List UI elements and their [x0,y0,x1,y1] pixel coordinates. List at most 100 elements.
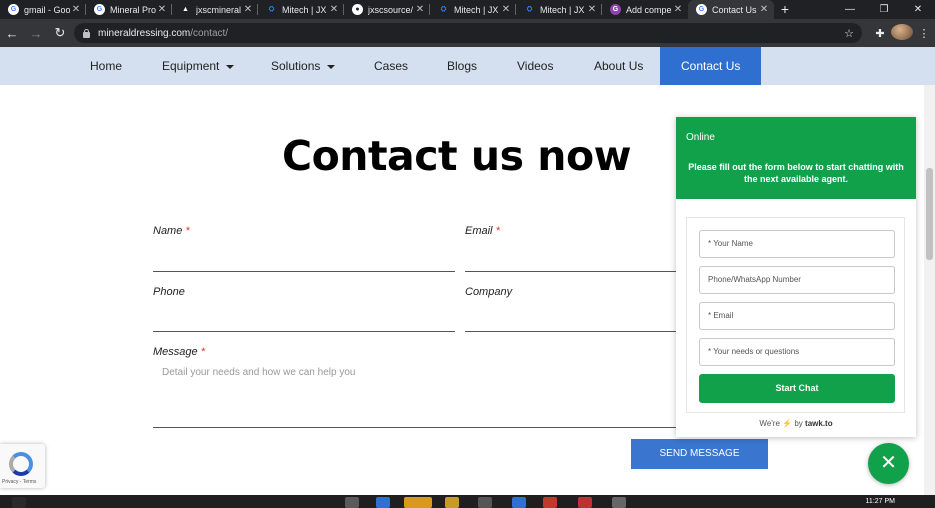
minimize-icon[interactable]: — [833,0,867,19]
chat-intro-message: Please fill out the form below to start … [688,162,904,184]
nav-home[interactable]: Home [90,47,122,85]
close-icon[interactable]: ✕ [328,4,340,15]
nav-videos[interactable]: Videos [517,47,553,85]
phone-label: Phone [153,286,185,298]
email-label: Email * [465,225,500,237]
company-label: Company [465,286,513,298]
chat-email-input[interactable]: * Email [699,302,895,330]
tab-title: jxscsource/ [368,4,414,15]
nav-cases[interactable]: Cases [374,47,408,85]
tab-title: Add compe [626,4,672,15]
chevron-down-icon [226,64,235,69]
close-icon[interactable]: ✕ [758,4,770,15]
github-icon: ● [352,4,363,15]
name-label: Name * [153,225,190,237]
taskbar-app-icon[interactable] [612,497,626,508]
message-label: Message * [153,346,205,358]
nav-contact[interactable]: Contact Us [660,47,762,85]
close-window-icon[interactable]: ✕ [901,0,935,19]
add-icon: G [610,4,621,15]
nav-blogs[interactable]: Blogs [447,47,477,85]
taskbar-app-icon[interactable] [512,497,526,508]
jira-icon: ⛭ [268,5,275,13]
tab[interactable]: ⛭ Mitech | JX ✕ [258,0,344,19]
taskbar-app-icon[interactable] [478,497,492,508]
jira-icon: ⛭ [526,5,533,13]
browser-tab-strip: G gmail - Goo ✕ G Mineral Pro ✕ ▲ jxscmi… [0,0,935,19]
chat-needs-input[interactable]: * Your needs or questions [699,338,895,366]
chat-phone-input[interactable]: Phone/WhatsApp Number [699,266,895,294]
start-icon[interactable] [12,497,26,508]
tab[interactable]: ⛭ Mitech | JX ✕ [516,0,602,19]
start-chat-button[interactable]: Start Chat [699,374,895,403]
restore-icon[interactable]: ❐ [867,0,901,19]
message-underline [153,427,676,428]
powered-by[interactable]: We're ⚡ by tawk.to [676,419,916,428]
close-icon[interactable]: ✕ [156,4,168,15]
close-icon[interactable]: ✕ [500,4,512,15]
chat-widget: Online Please fill out the form below to… [676,117,916,437]
email-field[interactable] [465,271,676,272]
tab-title: Mineral Pro [110,4,156,15]
tab-title: gmail - Goo [24,4,70,15]
forward-icon[interactable]: → [24,26,48,41]
tab-title: Mitech | JX [540,4,585,15]
close-icon[interactable]: ✕ [242,4,254,15]
tab[interactable]: G Add compe ✕ [602,0,688,19]
tab-title: Contact Us [712,4,757,15]
back-icon[interactable]: ← [0,26,24,41]
recaptcha-icon [9,452,33,476]
tab-title: Mitech | JX [282,4,327,15]
site-navigation: Home Equipment Solutions Cases Blogs Vid… [0,47,935,85]
phone-field[interactable] [153,331,455,332]
tab[interactable]: ● jxscsource/ ✕ [344,0,430,19]
chat-form: * Your Name Phone/WhatsApp Number * Emai… [686,217,905,413]
nav-solutions[interactable]: Solutions [271,47,336,85]
drive-icon: ▲ [182,6,189,13]
taskbar-app-icon[interactable] [376,497,390,508]
chrome-icon[interactable] [543,497,557,508]
menu-icon[interactable]: ⋮ [913,27,935,40]
taskbar-app-icon[interactable] [345,497,359,508]
scrollbar-thumb[interactable] [926,168,933,260]
profile-avatar[interactable] [891,23,913,43]
reload-icon[interactable]: ↻ [48,25,72,41]
file-explorer-icon[interactable] [404,497,432,508]
new-tab-button[interactable]: + [774,0,796,19]
taskbar-app-icon[interactable] [445,497,459,508]
tab-title: jxscmineral [196,4,242,15]
taskbar-app-icon[interactable] [578,497,592,508]
bookmark-star-icon[interactable]: ☆ [844,27,854,40]
chevron-down-icon [327,64,336,69]
tab-active[interactable]: G Contact Us ✕ [688,0,774,19]
chat-header: Online Please fill out the form below to… [676,117,916,199]
window-controls: — ❐ ✕ [833,0,935,19]
page-title: Contact us now [282,132,632,180]
close-chat-icon[interactable]: ✕ [868,443,909,484]
name-field[interactable] [153,271,455,272]
tab[interactable]: ⛭ Mitech | JX ✕ [430,0,516,19]
message-field[interactable]: Detail your needs and how we can help yo… [162,367,355,378]
scrollbar-track[interactable] [924,85,935,495]
chat-name-input[interactable]: * Your Name [699,230,895,258]
google-icon: G [696,4,707,15]
tab[interactable]: ▲ jxscmineral ✕ [172,0,258,19]
recaptcha-badge[interactable]: Privacy - Terms [0,444,45,488]
url-text: mineraldressing.com/contact/ [98,27,229,39]
nav-equipment[interactable]: Equipment [162,47,235,85]
send-message-button[interactable]: SEND MESSAGE [631,439,768,469]
taskbar-clock: 11:27 PM [865,498,895,505]
chat-status: Online [686,132,715,143]
nav-about[interactable]: About Us [594,47,643,85]
close-icon[interactable]: ✕ [586,4,598,15]
extensions-icon[interactable]: ✚ [869,27,891,40]
company-field[interactable] [465,331,676,332]
tab[interactable]: G Mineral Pro ✕ [86,0,172,19]
close-icon[interactable]: ✕ [672,4,684,15]
close-icon[interactable]: ✕ [70,4,82,15]
recaptcha-links[interactable]: Privacy - Terms [2,479,36,485]
tab[interactable]: G gmail - Goo ✕ [0,0,86,19]
google-icon: G [8,4,19,15]
address-bar[interactable]: mineraldressing.com/contact/ ☆ [74,23,862,43]
close-icon[interactable]: ✕ [414,4,426,15]
